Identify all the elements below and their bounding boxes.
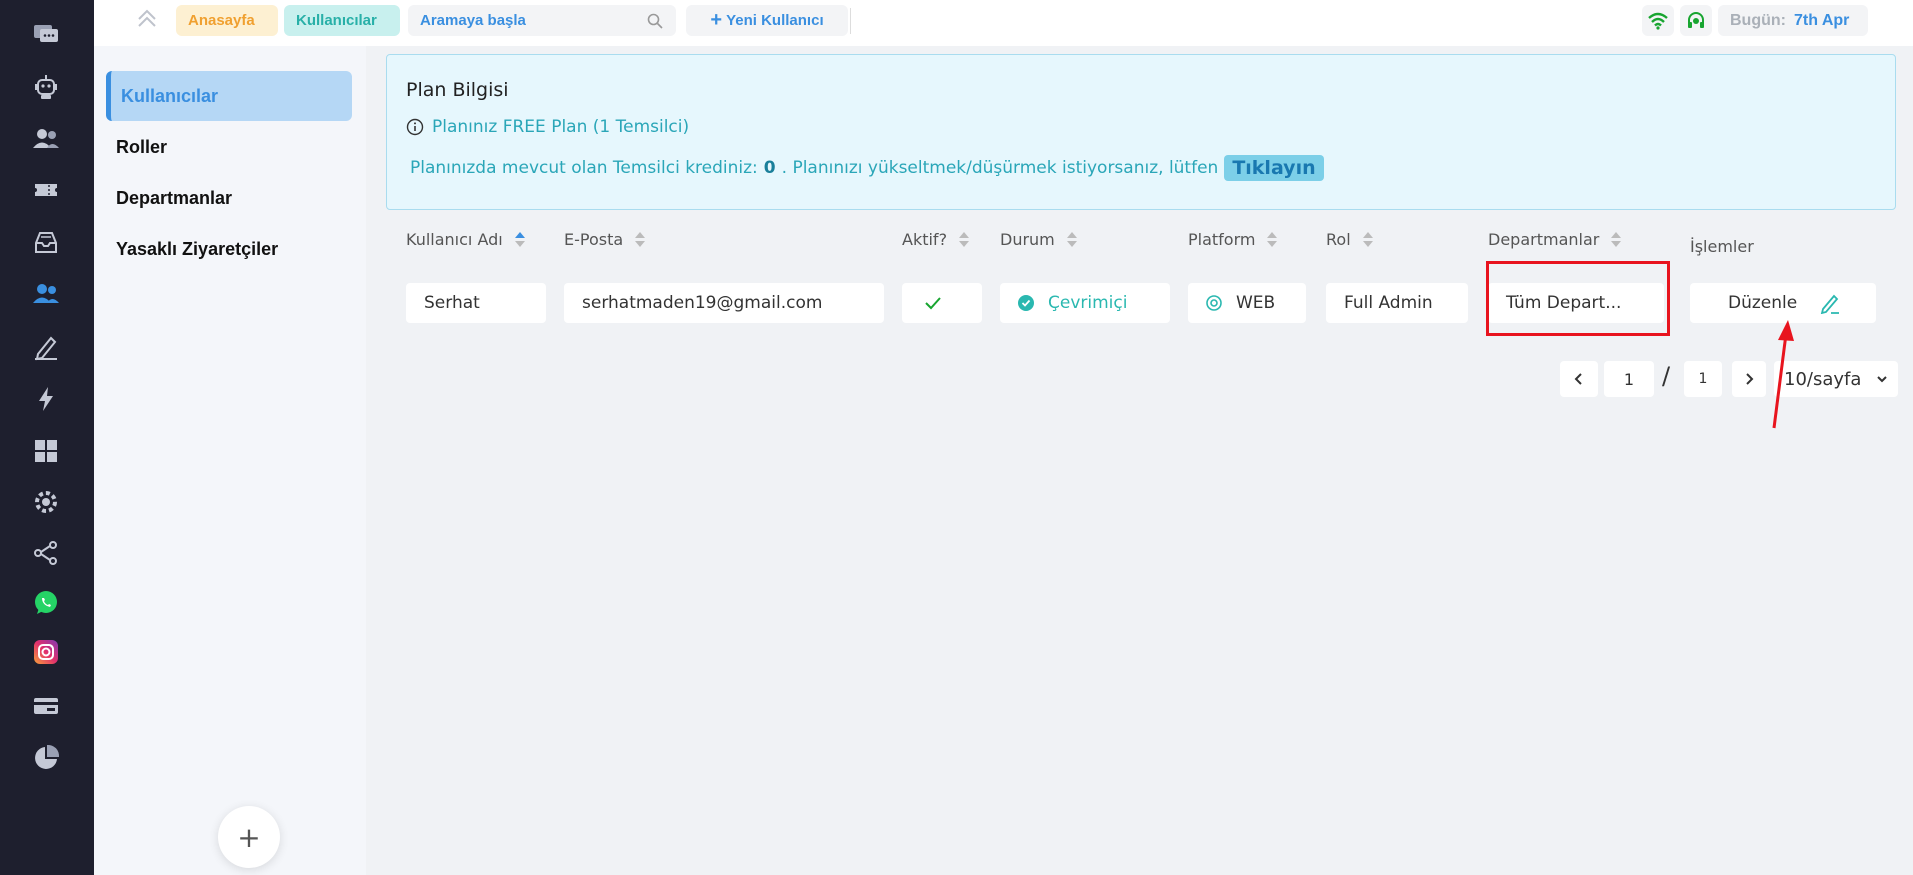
sort-icon xyxy=(635,231,646,248)
subnav-item-banned-visitors[interactable]: Yasaklı Ziyaretçiler xyxy=(106,224,352,274)
today-label: Bugün: xyxy=(1730,11,1786,29)
wifi-icon xyxy=(1648,12,1668,30)
per-page-select[interactable]: 10/sayfa xyxy=(1774,361,1898,397)
instagram-icon[interactable] xyxy=(28,634,64,670)
main-content: Plan Bilgisi Planınız FREE Plan (1 Temsi… xyxy=(366,46,1913,875)
flash-icon[interactable] xyxy=(28,381,64,417)
breadcrumb-home[interactable]: Anasayfa xyxy=(176,5,278,36)
check-icon xyxy=(925,297,941,310)
top-bar: Anasayfa Kullanıcılar Aramaya başla + Ye… xyxy=(94,0,1913,46)
column-header-label: Platform xyxy=(1188,230,1256,249)
sort-icon xyxy=(1362,231,1373,248)
prev-page-button[interactable] xyxy=(1560,361,1598,397)
column-header-email[interactable]: E-Posta xyxy=(564,230,646,249)
next-page-button[interactable] xyxy=(1732,361,1766,397)
credit-suffix: . Planınızı yükseltmek/düşürmek istiyors… xyxy=(781,158,1219,178)
settings-subnav: Kullanıcılar Roller Departmanlar Yasaklı… xyxy=(94,46,366,875)
divider xyxy=(850,8,851,34)
sort-icon xyxy=(959,231,970,248)
column-header-label: Durum xyxy=(1000,230,1055,249)
cell-platform: WEB xyxy=(1188,283,1306,323)
plan-info-panel: Plan Bilgisi Planınız FREE Plan (1 Temsi… xyxy=(386,54,1896,210)
support-status[interactable] xyxy=(1680,5,1712,36)
total-pages: 1 xyxy=(1684,361,1722,397)
sort-icon xyxy=(1066,231,1077,248)
billing-icon[interactable] xyxy=(28,688,64,724)
pencil-icon xyxy=(1821,294,1840,314)
sort-icon xyxy=(1267,231,1278,248)
sort-icon xyxy=(514,231,525,248)
share-icon[interactable] xyxy=(28,535,64,571)
contacts-icon[interactable] xyxy=(28,121,64,157)
new-user-label: Yeni Kullanıcı xyxy=(726,12,824,29)
column-header-label: İşlemler xyxy=(1690,237,1754,256)
chat-icon[interactable] xyxy=(28,16,64,52)
chrome-icon xyxy=(1206,295,1222,311)
highlight-box xyxy=(1486,261,1670,336)
column-header-label: Kullanıcı Adı xyxy=(406,230,503,249)
sort-icon xyxy=(1611,231,1622,248)
column-header-departments[interactable]: Departmanlar xyxy=(1488,230,1622,249)
cell-role: Full Admin xyxy=(1326,283,1468,323)
chevron-left-icon xyxy=(1574,373,1582,385)
users-icon[interactable] xyxy=(28,276,64,312)
credit-prefix: Planınızda mevcut olan Temsilci krediniz… xyxy=(410,158,758,178)
subnav-item-users[interactable]: Kullanıcılar xyxy=(106,71,352,121)
today-badge: Bugün: 7th Apr xyxy=(1718,5,1868,36)
chevron-right-icon xyxy=(1746,373,1754,385)
upgrade-link[interactable]: Tıklayın xyxy=(1224,155,1324,181)
page-separator: / xyxy=(1662,362,1671,390)
column-header-label: E-Posta xyxy=(564,230,624,249)
column-header-label: Departmanlar xyxy=(1488,230,1600,249)
plan-subtitle-row: Planınız FREE Plan (1 Temsilci) xyxy=(406,117,689,137)
column-header-platform[interactable]: Platform xyxy=(1188,230,1278,249)
cell-email: serhatmaden19@gmail.com xyxy=(564,283,884,323)
bot-icon[interactable] xyxy=(28,69,64,105)
plus-icon: + xyxy=(710,9,723,31)
settings-icon[interactable] xyxy=(28,484,64,520)
headset-icon xyxy=(1688,11,1704,28)
edit-button[interactable]: Düzenle xyxy=(1690,283,1876,323)
new-user-button[interactable]: + Yeni Kullanıcı xyxy=(686,5,848,36)
edit-icon[interactable] xyxy=(28,329,64,365)
subnav-item-roles[interactable]: Roller xyxy=(106,122,352,172)
status-text: Çevrimiçi xyxy=(1048,293,1128,313)
reports-icon[interactable] xyxy=(28,740,64,776)
search-icon xyxy=(647,13,663,29)
dashboard-icon[interactable] xyxy=(28,433,64,469)
column-header-role[interactable]: Rol xyxy=(1326,230,1373,249)
column-header-label: Rol xyxy=(1326,230,1351,249)
platform-text: WEB xyxy=(1236,293,1276,313)
search-placeholder: Aramaya başla xyxy=(420,12,526,29)
breadcrumb-users[interactable]: Kullanıcılar xyxy=(284,5,400,36)
column-header-username[interactable]: Kullanıcı Adı xyxy=(406,230,525,249)
today-value: 7th Apr xyxy=(1793,11,1850,29)
edit-label: Düzenle xyxy=(1728,293,1798,313)
subnav-item-departments[interactable]: Departmanlar xyxy=(106,173,352,223)
page-input[interactable]: 1 xyxy=(1604,361,1654,397)
whatsapp-icon[interactable] xyxy=(28,585,64,621)
collapse-icon[interactable] xyxy=(134,6,160,32)
plan-title: Plan Bilgisi xyxy=(406,79,509,101)
per-page-value: 10/sayfa xyxy=(1784,368,1862,390)
icon-rail xyxy=(0,0,94,875)
cell-active xyxy=(902,283,982,323)
online-check-icon xyxy=(1018,295,1034,311)
column-header-label: Aktif? xyxy=(902,230,948,249)
inbox-icon[interactable] xyxy=(28,224,64,260)
info-icon xyxy=(406,118,424,136)
cell-username: Serhat xyxy=(406,283,546,323)
plan-subtitle: Planınız FREE Plan (1 Temsilci) xyxy=(432,117,690,137)
ticket-icon[interactable] xyxy=(28,172,64,208)
cell-status: Çevrimiçi xyxy=(1000,283,1170,323)
plan-credit-row: Planınızda mevcut olan Temsilci krediniz… xyxy=(410,155,1324,181)
credit-value: 0 xyxy=(763,158,776,178)
search-input[interactable]: Aramaya başla xyxy=(408,5,676,36)
column-header-active[interactable]: Aktif? xyxy=(902,230,970,249)
add-button[interactable]: + xyxy=(218,806,280,868)
connection-status[interactable] xyxy=(1642,5,1674,36)
chevron-down-icon xyxy=(1877,376,1887,383)
column-header-actions: İşlemler xyxy=(1690,237,1754,256)
column-header-status[interactable]: Durum xyxy=(1000,230,1077,249)
